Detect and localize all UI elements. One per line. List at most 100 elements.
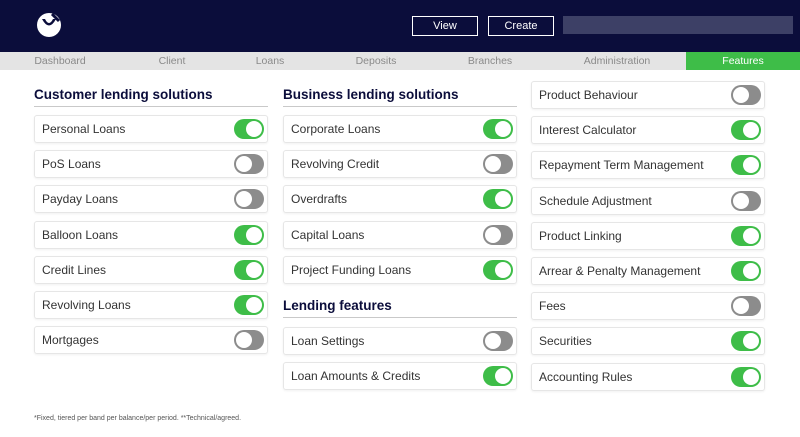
toggle-knob — [495, 368, 511, 385]
main-nav: Dashboard Client Loans Deposits Branches… — [0, 52, 800, 70]
feature-label: Product Behaviour — [539, 88, 638, 102]
feature-row-revolving-credit: Revolving Credit — [283, 150, 517, 179]
feature-row-securities: Securities — [531, 327, 765, 356]
feature-toggle[interactable] — [483, 154, 513, 175]
feature-label: Loan Settings — [291, 334, 365, 348]
feature-row-project-funding-loans: Project Funding Loans — [283, 255, 517, 284]
feature-row-mortgages: Mortgages — [34, 326, 268, 355]
feature-row-arrear-and-penalty-management: Arrear & Penalty Management — [531, 257, 765, 285]
feature-label: Personal Loans — [42, 122, 126, 136]
toggle-knob — [246, 261, 262, 278]
feature-label: Accounting Rules — [539, 369, 633, 384]
feature-row-fees: Fees — [531, 292, 765, 321]
feature-label: PoS Loans — [42, 157, 101, 172]
customer-lending-title: Customer lending solutions — [34, 87, 268, 107]
feature-row-pos-loans: PoS Loans — [34, 150, 268, 179]
feature-toggle[interactable] — [731, 261, 761, 281]
nav-branches[interactable]: Branches — [430, 52, 550, 70]
feature-toggle[interactable] — [731, 85, 761, 105]
feature-row-overdrafts: Overdrafts — [283, 185, 517, 214]
feature-toggle[interactable] — [731, 296, 761, 317]
feature-row-corporate-loans: Corporate Loans — [283, 115, 517, 143]
toggle-knob — [485, 156, 501, 173]
feature-toggle[interactable] — [234, 330, 264, 351]
toggle-knob — [743, 368, 759, 385]
feature-toggle[interactable] — [731, 225, 761, 246]
feature-label: Schedule Adjustment — [539, 193, 652, 208]
feature-label: Repayment Term Management — [539, 158, 704, 173]
feature-toggle[interactable] — [234, 119, 264, 139]
feature-label: Revolving Loans — [42, 298, 131, 312]
feature-label: Fees — [539, 299, 566, 314]
feature-label: Corporate Loans — [291, 122, 381, 136]
view-button[interactable]: View — [412, 16, 478, 36]
toggle-knob — [495, 261, 511, 278]
create-button[interactable]: Create — [488, 16, 554, 36]
toggle-knob — [246, 226, 262, 243]
feature-row-interest-calculator: Interest Calculator — [531, 116, 765, 145]
lending-features-title: Lending features — [283, 298, 517, 318]
feature-label: Mortgages — [42, 333, 99, 348]
nav-deposits[interactable]: Deposits — [316, 52, 436, 70]
feature-label: Balloon Loans — [42, 227, 119, 242]
feature-toggle[interactable] — [234, 224, 264, 245]
feature-row-credit-lines: Credit Lines — [34, 255, 268, 284]
feature-label: Overdrafts — [291, 192, 348, 207]
feature-label: Product Linking — [539, 228, 622, 243]
feature-label: Credit Lines — [42, 262, 107, 277]
feature-row-schedule-adjustment: Schedule Adjustment — [531, 186, 765, 215]
feature-toggle[interactable] — [731, 366, 761, 387]
feature-toggle[interactable] — [483, 224, 513, 245]
toggle-knob — [733, 87, 749, 103]
feature-row-balloon-loans: Balloon Loans — [34, 220, 268, 249]
toggle-knob — [495, 121, 511, 137]
footnote: *Fixed, tiered per band per balance/per … — [34, 415, 242, 422]
feature-toggle[interactable] — [234, 154, 264, 175]
toggle-knob — [733, 298, 749, 315]
feature-toggle[interactable] — [731, 120, 761, 141]
feature-label: Arrear & Penalty Management — [539, 264, 701, 278]
toggle-knob — [743, 157, 759, 174]
feature-toggle[interactable] — [731, 190, 761, 211]
feature-toggle[interactable] — [731, 331, 761, 352]
toggle-knob — [236, 156, 252, 173]
toggle-knob — [743, 263, 759, 279]
feature-toggle[interactable] — [483, 119, 513, 139]
toggle-knob — [236, 332, 252, 349]
toggle-knob — [485, 333, 501, 349]
feature-row-repayment-term-management: Repayment Term Management — [531, 151, 765, 180]
feature-toggle[interactable] — [483, 259, 513, 280]
business-lending-title: Business lending solutions — [283, 87, 517, 107]
feature-label: Interest Calculator — [539, 123, 637, 138]
feature-label: Revolving Credit — [291, 157, 380, 172]
feature-row-accounting-rules: Accounting Rules — [531, 362, 765, 391]
toggle-knob — [236, 191, 252, 208]
nav-features[interactable]: Features — [686, 52, 800, 70]
feature-toggle[interactable] — [234, 259, 264, 280]
feature-label: Capital Loans — [291, 227, 365, 242]
nav-administration[interactable]: Administration — [557, 52, 677, 70]
toggle-knob — [743, 227, 759, 244]
feature-row-product-linking: Product Linking — [531, 221, 765, 250]
feature-label: Loan Amounts & Credits — [291, 369, 421, 384]
nav-loans[interactable]: Loans — [210, 52, 330, 70]
feature-toggle[interactable] — [234, 189, 264, 210]
feature-label: Payday Loans — [42, 192, 119, 207]
toggle-knob — [246, 297, 262, 313]
feature-toggle[interactable] — [731, 155, 761, 176]
brand-logo-icon[interactable] — [34, 10, 64, 40]
feature-toggle[interactable] — [483, 331, 513, 351]
feature-toggle[interactable] — [234, 295, 264, 315]
feature-row-personal-loans: Personal Loans — [34, 115, 268, 143]
search-input[interactable] — [563, 16, 793, 34]
top-bar: View Create — [0, 0, 800, 52]
nav-dashboard[interactable]: Dashboard — [0, 52, 120, 70]
toggle-knob — [485, 226, 501, 243]
toggle-knob — [733, 192, 749, 209]
feature-toggle[interactable] — [483, 366, 513, 387]
feature-row-payday-loans: Payday Loans — [34, 185, 268, 214]
feature-row-loan-amounts-and-credits: Loan Amounts & Credits — [283, 362, 517, 391]
feature-toggle[interactable] — [483, 189, 513, 210]
feature-row-product-behaviour: Product Behaviour — [531, 81, 765, 109]
toggle-knob — [495, 191, 511, 208]
